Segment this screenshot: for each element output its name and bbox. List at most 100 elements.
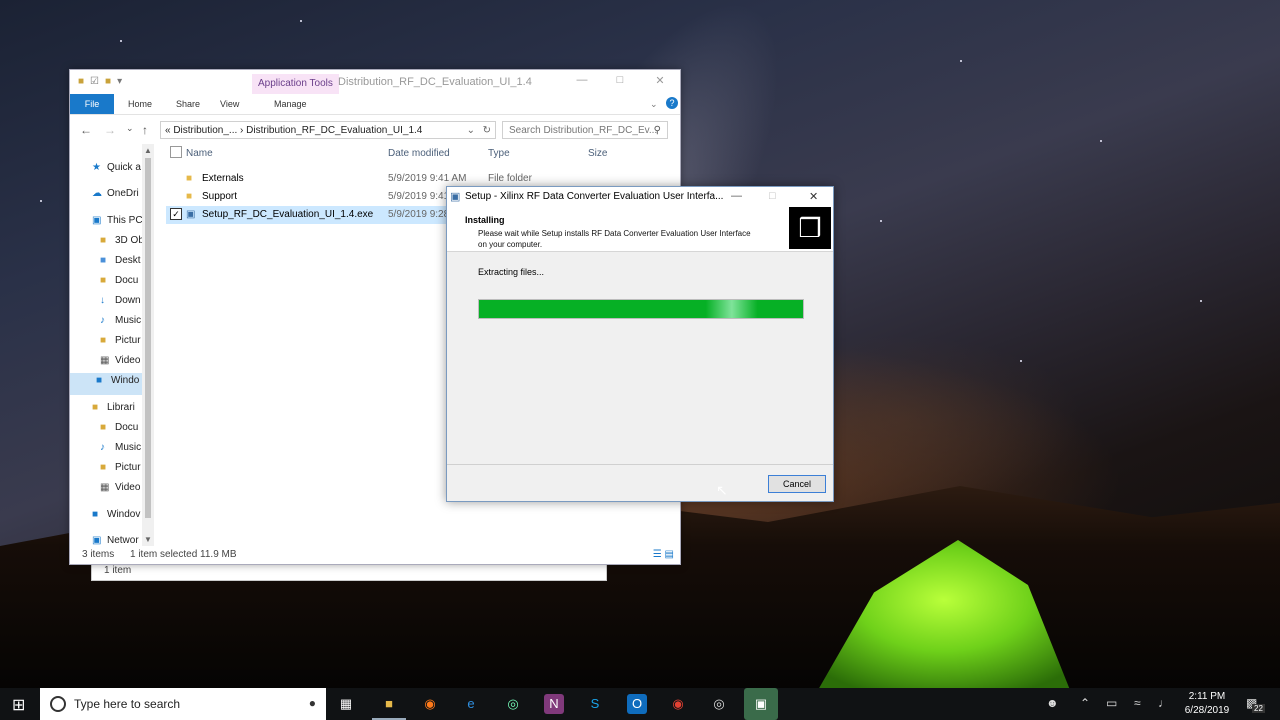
forward-arrow-icon[interactable]: → [104, 123, 116, 137]
column-type[interactable]: Type [488, 148, 510, 159]
explorer-titlebar[interactable]: ■ ☑ ■ ▾ Application Tools Distribution_R… [70, 70, 680, 94]
scroll-up-icon[interactable]: ▲ [144, 146, 152, 155]
nav-videos[interactable]: ▦ Video [100, 355, 140, 366]
folder-icon[interactable]: ■ [78, 76, 84, 87]
maximize-button[interactable]: □ [610, 74, 630, 90]
column-size[interactable]: Size [588, 148, 607, 159]
setup-titlebar[interactable]: ▣ Setup - Xilinx RF Data Converter Evalu… [447, 187, 833, 207]
globe-icon[interactable]: ◎ [503, 694, 523, 714]
minimize-button[interactable]: — [731, 190, 742, 202]
ribbon-expand-icon[interactable]: ⌄ [650, 94, 658, 114]
row-checkbox[interactable]: ✓ [170, 208, 182, 220]
nav-documents[interactable]: ■ Docu [100, 275, 138, 286]
address-input[interactable]: « Distribution_... › Distribution_RF_DC_… [160, 121, 496, 139]
file-explorer-icon[interactable]: ■ [379, 694, 399, 714]
setup-dialog[interactable]: ▣ Setup - Xilinx RF Data Converter Evalu… [446, 186, 834, 502]
progress-fill [479, 300, 803, 318]
column-date-modified[interactable]: Date modified [388, 148, 450, 159]
nav-lib-music[interactable]: ♪ Music [100, 442, 141, 453]
setup-app-icon: ▣ [450, 191, 461, 203]
nav-libraries[interactable]: ■ Librari [92, 402, 135, 413]
nav-quick-access[interactable]: ★ Quick a [92, 162, 141, 173]
star [120, 40, 122, 42]
tab-share[interactable]: Share [176, 94, 200, 114]
edge-icon[interactable]: e [461, 694, 481, 714]
chevron-down-icon[interactable]: ▾ [117, 76, 122, 87]
obs-icon[interactable]: ◎ [709, 694, 729, 714]
nav-windows-drive[interactable]: ■ Windo [96, 375, 139, 386]
clock-date: 6/28/2019 [1184, 705, 1230, 716]
column-name[interactable]: Name [186, 148, 213, 159]
up-arrow-icon[interactable]: ↑ [142, 123, 148, 137]
nav-lib-videos[interactable]: ▦ Video [100, 482, 140, 493]
close-button[interactable]: ✕ [650, 74, 670, 90]
tab-file[interactable]: File [70, 94, 114, 114]
wifi-icon[interactable]: ≈ [1134, 696, 1141, 710]
nav-lib-documents[interactable]: ■ Docu [100, 422, 138, 433]
select-all-checkbox[interactable] [170, 146, 182, 158]
music-icon: ♪ [100, 315, 105, 326]
microphone-icon[interactable]: ● [309, 696, 316, 710]
setup-taskbar-icon[interactable]: ▣ [744, 688, 778, 720]
address-dropdown-icon[interactable]: ⌄ [467, 122, 475, 140]
skype-icon[interactable]: S [585, 694, 605, 714]
search-input[interactable]: Search Distribution_RF_DC_Ev... ⚲ [502, 121, 668, 139]
tab-view[interactable]: View [220, 94, 239, 114]
outlook-icon[interactable]: O [627, 694, 647, 714]
scroll-down-icon[interactable]: ▼ [144, 535, 152, 544]
folder-icon: ■ [100, 255, 107, 266]
battery-icon[interactable]: ▭ [1106, 696, 1117, 710]
star [1020, 360, 1022, 362]
tab-home[interactable]: Home [128, 94, 152, 114]
back-arrow-icon[interactable]: ← [80, 123, 92, 137]
cortana-icon[interactable] [50, 696, 66, 712]
system-clock[interactable]: 2:11 PM 6/28/2019 [1180, 690, 1234, 718]
nav-network[interactable]: ▣ Networ [92, 535, 139, 546]
file-name: Setup_RF_DC_Evaluation_UI_1.4.exe [202, 209, 374, 220]
mouse-cursor-icon: ↖ [716, 482, 728, 498]
onenote-icon[interactable]: N [544, 694, 564, 714]
minimize-button[interactable]: — [572, 74, 592, 90]
search-icon[interactable]: ⚲ [654, 122, 661, 140]
recent-locations-icon[interactable]: ⌄ [126, 123, 134, 134]
nav-lib-pictures[interactable]: ■ Pictur [100, 462, 141, 473]
clock-time: 2:11 PM [1188, 691, 1226, 702]
nav-3d-objects[interactable]: ■ 3D Ob [100, 235, 144, 246]
nav-pictures[interactable]: ■ Pictur [100, 335, 141, 346]
people-icon[interactable]: ☻ [1046, 696, 1059, 710]
chevron-up-icon[interactable]: ⌃ [1080, 696, 1090, 710]
properties-icon[interactable]: ☑ [90, 76, 99, 87]
nav-music[interactable]: ♪ Music [100, 315, 141, 326]
nav-this-pc[interactable]: ▣ This PC [92, 215, 143, 226]
details-view-icon[interactable]: ☰ ▤ [653, 549, 674, 560]
close-button[interactable]: ✕ [809, 190, 818, 203]
task-view-icon[interactable]: ▦ [336, 694, 356, 714]
refresh-icon[interactable]: ↻ [483, 122, 491, 140]
cloud-icon: ☁ [92, 188, 102, 199]
setup-title: Setup - Xilinx RF Data Converter Evaluat… [465, 191, 724, 202]
nav-scrollbar[interactable]: ▲ ▼ [142, 144, 154, 546]
nav-downloads[interactable]: ↓ Down [100, 295, 141, 306]
address-bar-row: ← → ⌄ ↑ « Distribution_... › Distributio… [70, 115, 680, 145]
taskbar-search[interactable]: Type here to search ● [40, 688, 326, 720]
selection-info: 1 item selected 11.9 MB [130, 549, 237, 560]
help-icon[interactable]: ? [666, 97, 678, 109]
windows-start-icon[interactable]: ⊞ [12, 695, 25, 715]
file-date: 5/9/2019 9:28 [388, 209, 450, 220]
volume-icon[interactable]: ♩ [1158, 696, 1170, 710]
nav-windows[interactable]: ■ Windov [92, 509, 140, 520]
cancel-button[interactable]: Cancel [768, 475, 826, 493]
quick-access-toolbar[interactable]: ■ ☑ ■ ▾ [78, 76, 122, 87]
tab-manage[interactable]: Manage [274, 94, 307, 114]
nav-onedrive[interactable]: ☁ OneDri [92, 188, 139, 199]
chrome-icon[interactable]: ◉ [668, 694, 688, 714]
firefox-icon[interactable]: ◉ [420, 694, 440, 714]
scroll-thumb[interactable] [145, 158, 151, 518]
drive-icon: ■ [92, 509, 99, 520]
window-title: Distribution_RF_DC_Evaluation_UI_1.4 [338, 76, 532, 88]
nav-desktop[interactable]: ■ Deskt [100, 255, 141, 266]
maximize-button[interactable]: □ [769, 190, 776, 202]
new-folder-icon[interactable]: ■ [105, 76, 111, 87]
file-name: Support [202, 191, 238, 202]
download-icon: ↓ [100, 295, 105, 306]
